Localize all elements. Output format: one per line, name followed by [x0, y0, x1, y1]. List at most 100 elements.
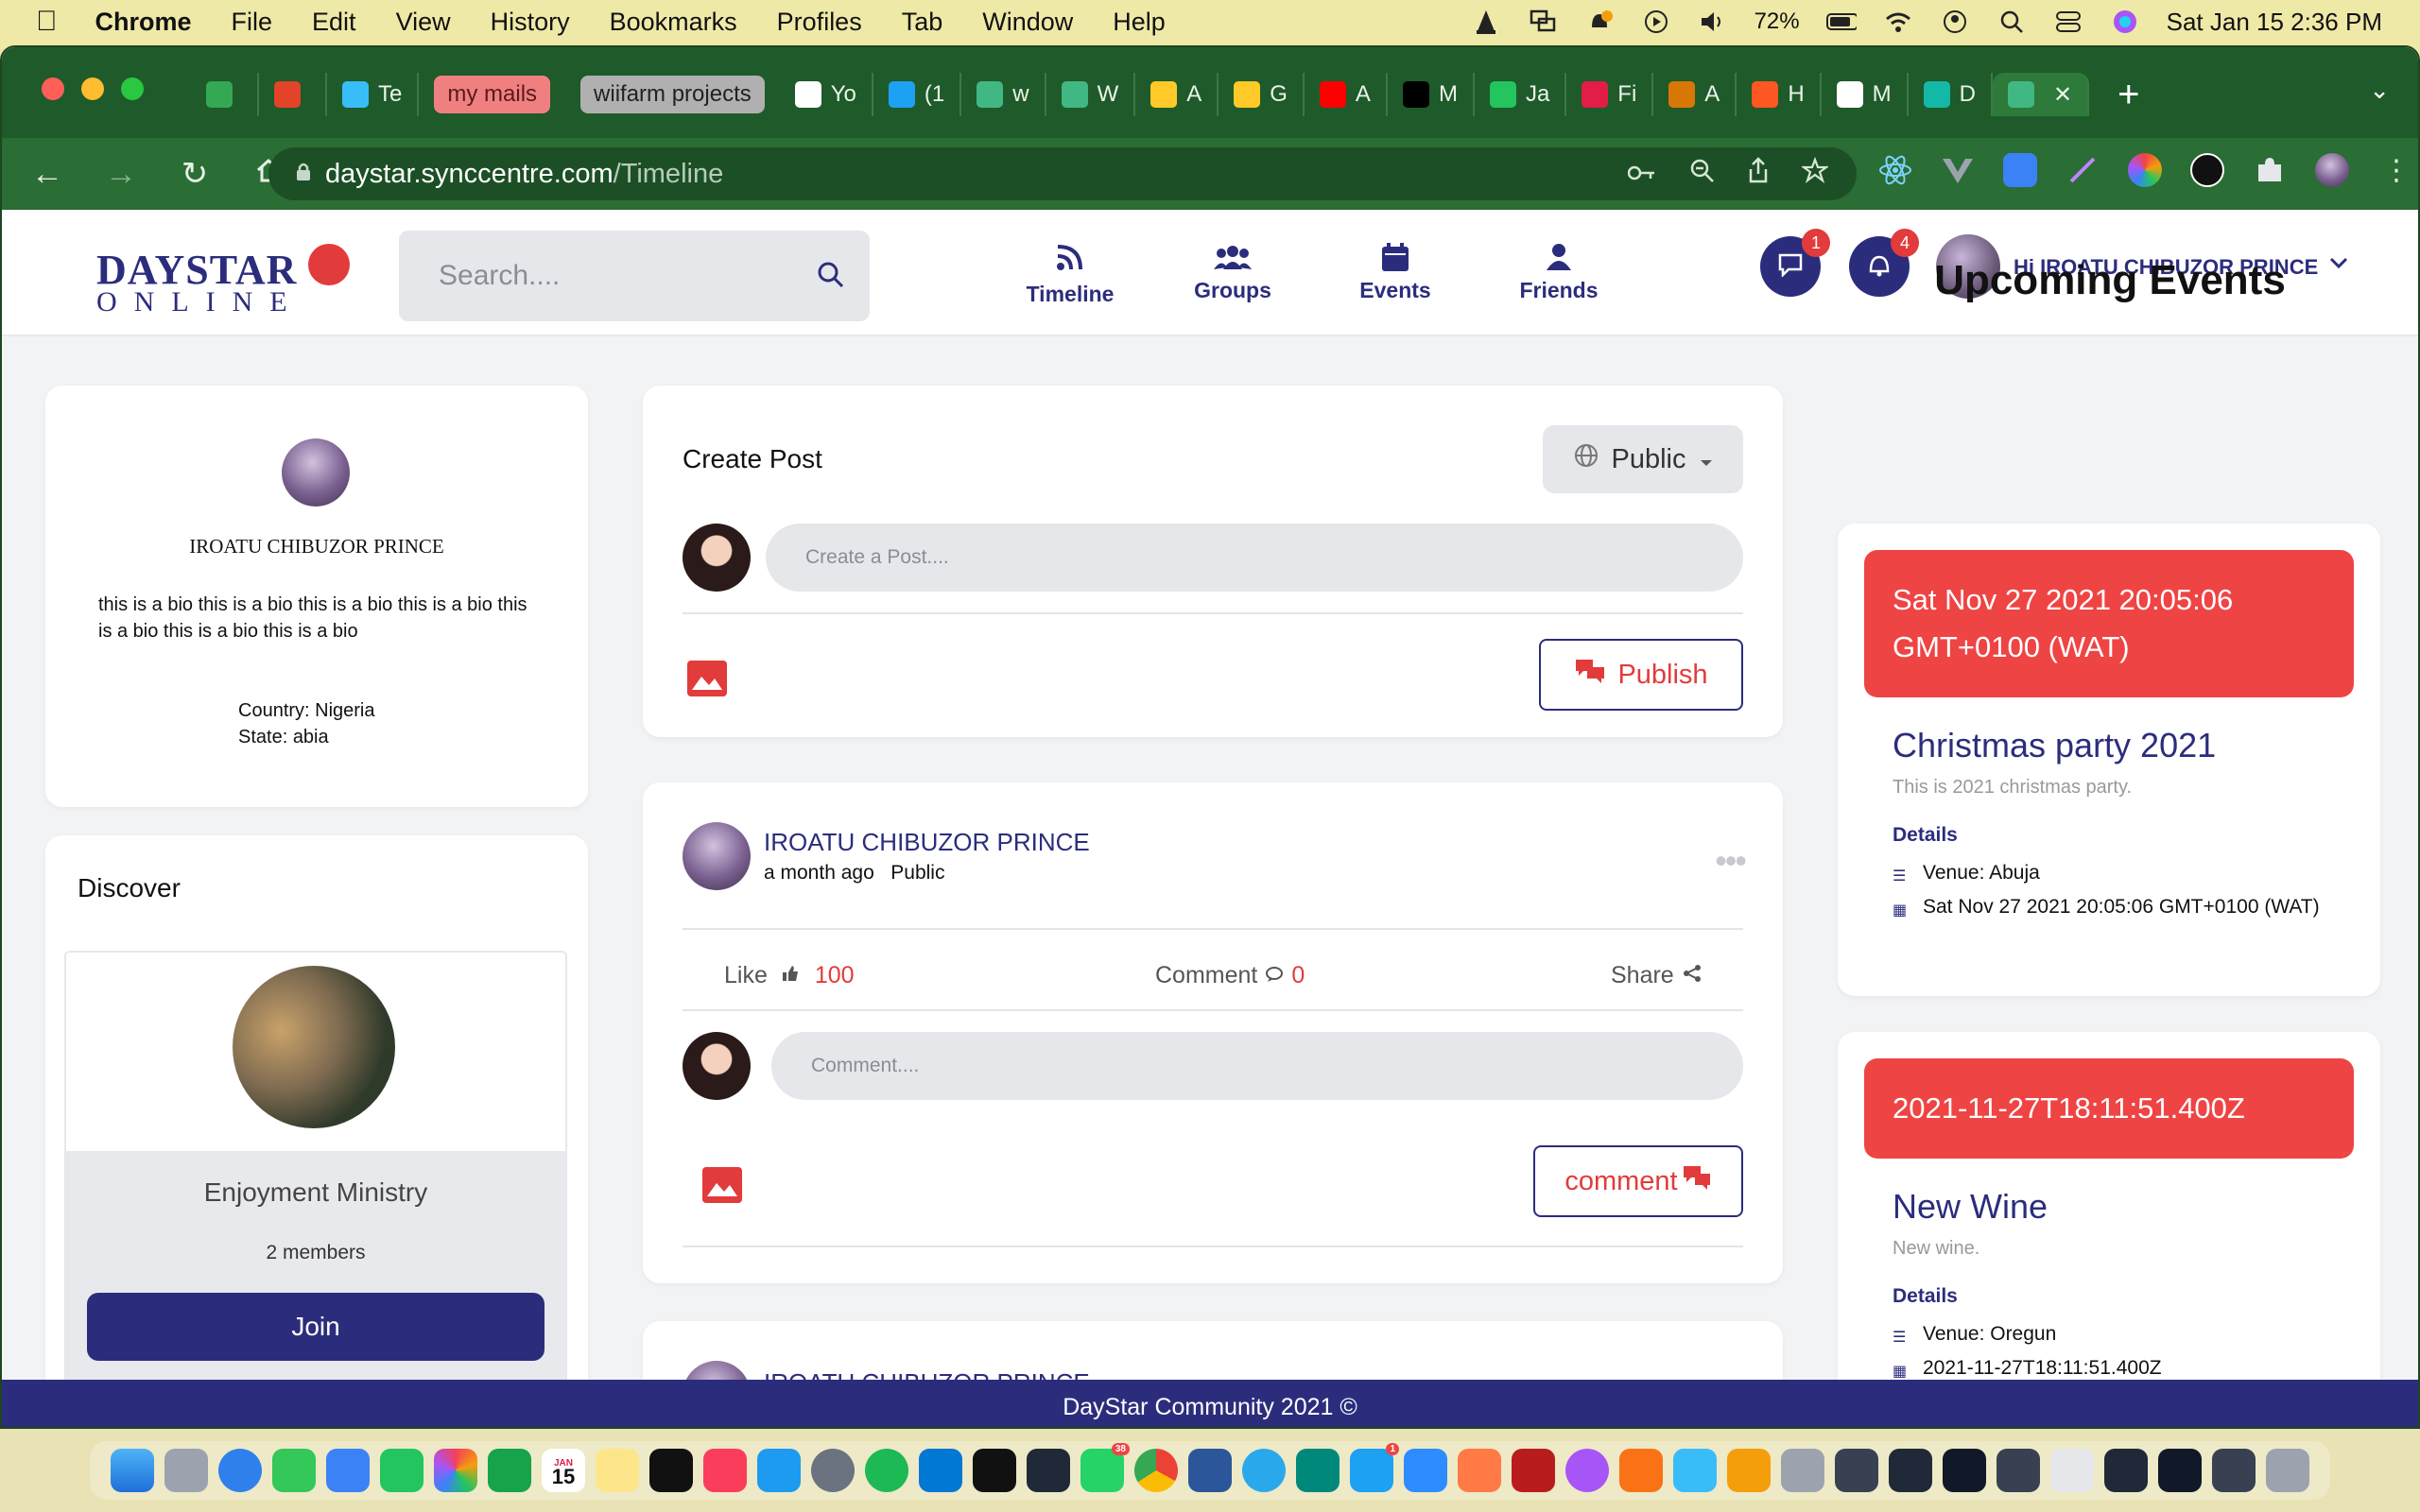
vue-devtools-icon[interactable]	[1941, 153, 1975, 187]
chrome-icon[interactable]	[1134, 1449, 1178, 1492]
extensions-puzzle-icon[interactable]	[2253, 153, 2287, 187]
control-center-icon[interactable]	[2053, 9, 2083, 35]
launchpad-icon[interactable]	[164, 1449, 208, 1492]
menu-window[interactable]: Window	[982, 8, 1073, 37]
nav-timeline[interactable]: Timeline	[1013, 236, 1127, 307]
browser-tab[interactable]: H	[1737, 73, 1822, 116]
share-button[interactable]: Share	[1611, 962, 1703, 989]
vlc-icon[interactable]	[1727, 1449, 1771, 1492]
lock-icon[interactable]	[295, 159, 312, 190]
menu-edit[interactable]: Edit	[312, 8, 356, 37]
browser-tab[interactable]: Yo	[780, 73, 873, 116]
browser-tab[interactable]: D	[1909, 73, 1993, 116]
browser-tab[interactable]: (1	[873, 73, 962, 116]
menu-view[interactable]: View	[396, 8, 451, 37]
facetime-icon[interactable]	[488, 1449, 531, 1492]
menu-history[interactable]: History	[491, 8, 570, 37]
trash-icon[interactable]	[2266, 1449, 2309, 1492]
window-thumbnail[interactable]	[1943, 1449, 1986, 1492]
vlc-icon[interactable]	[1471, 9, 1501, 35]
spotify-icon[interactable]	[865, 1449, 908, 1492]
add-image-icon[interactable]	[686, 660, 728, 697]
zoom-window-button[interactable]	[121, 77, 144, 100]
maps-icon[interactable]	[380, 1449, 424, 1492]
address-bar[interactable]: daystar.synccentre.com/Timeline	[268, 147, 1857, 200]
spotlight-search-icon[interactable]	[1996, 9, 2027, 35]
group-card[interactable]: Enjoyment Ministry 2 members Join	[64, 951, 567, 1404]
color-wheel-icon[interactable]	[2128, 153, 2162, 187]
twitter-icon[interactable]: 1	[1350, 1443, 1399, 1492]
key-icon[interactable]	[1627, 159, 1656, 190]
add-image-icon[interactable]	[701, 1166, 743, 1204]
browser-tab[interactable]: Ja	[1475, 73, 1567, 116]
zoom-icon[interactable]	[1688, 157, 1715, 191]
react-devtools-icon[interactable]	[1878, 153, 1912, 187]
menu-tab[interactable]: Tab	[902, 8, 943, 37]
menu-profiles[interactable]: Profiles	[777, 8, 862, 37]
back-arrow-icon[interactable]: ←	[28, 156, 66, 193]
word-icon[interactable]	[1188, 1449, 1232, 1492]
activity-monitor-icon[interactable]	[1027, 1449, 1070, 1492]
join-group-button[interactable]: Join	[87, 1293, 544, 1361]
database-icon[interactable]	[1512, 1449, 1555, 1492]
more-options-icon[interactable]: •••	[1715, 841, 1747, 881]
browser-tab[interactable]: G	[1219, 73, 1305, 116]
browser-tab[interactable]	[191, 73, 259, 116]
calendar-app-icon[interactable]: JAN 15	[542, 1449, 585, 1492]
close-tab-icon[interactable]: ✕	[2053, 81, 2072, 109]
window-thumbnail[interactable]	[2212, 1449, 2256, 1492]
siri-icon[interactable]	[2110, 9, 2140, 35]
new-tab-icon[interactable]: +	[2118, 74, 2139, 116]
apple-icon[interactable]: 	[36, 6, 58, 38]
visibility-select[interactable]: Public	[1543, 425, 1743, 493]
postman-icon[interactable]	[1458, 1449, 1501, 1492]
volume-icon[interactable]	[1698, 9, 1728, 35]
comment-action-button[interactable]: Comment 0	[1155, 962, 1305, 989]
google-meet-icon[interactable]	[1296, 1449, 1340, 1492]
vscode-icon[interactable]	[919, 1449, 962, 1492]
reload-icon[interactable]: ↻	[176, 155, 214, 193]
window-thumbnail[interactable]	[2104, 1449, 2148, 1492]
music-icon[interactable]	[703, 1449, 747, 1492]
window-thumbnail[interactable]	[1996, 1449, 2040, 1492]
browser-tab[interactable]	[259, 73, 327, 116]
tab-search-chevron-icon[interactable]: ⌄	[2369, 76, 2390, 105]
browser-tab[interactable]: M	[1388, 73, 1475, 116]
event-card[interactable]: Sat Nov 27 2021 20:05:06 GMT+0100 (WAT) …	[1838, 524, 2380, 996]
event-title[interactable]: Christmas party 2021	[1893, 726, 2216, 765]
zoom-app-icon[interactable]	[1404, 1449, 1447, 1492]
browser-tab[interactable]: my mails	[419, 73, 565, 116]
search-icon[interactable]	[817, 261, 845, 297]
system-preferences-icon[interactable]	[811, 1449, 855, 1492]
screenshot-extension-icon[interactable]	[2003, 153, 2037, 187]
color-picker-icon[interactable]	[2066, 153, 2100, 187]
minimize-window-button[interactable]	[81, 77, 104, 100]
screen-share-icon[interactable]	[1673, 1449, 1717, 1492]
window-thumbnail[interactable]	[1835, 1449, 1878, 1492]
window-thumbnail[interactable]	[2050, 1449, 2094, 1492]
nav-friends[interactable]: Friends	[1502, 236, 1616, 303]
browser-tab[interactable]: Te	[327, 73, 420, 116]
post-author-name[interactable]: IROATU CHIBUZOR PRINCE	[764, 828, 1090, 857]
telegram-icon[interactable]	[1242, 1449, 1286, 1492]
chrome-menu-icon[interactable]: ⋮	[2377, 154, 2415, 187]
finder-icon[interactable]	[111, 1449, 154, 1492]
window-thumbnail[interactable]	[1889, 1449, 1932, 1492]
comment-submit-button[interactable]: comment	[1533, 1145, 1743, 1217]
photos-icon[interactable]	[434, 1449, 477, 1492]
browser-tab[interactable]: W	[1046, 73, 1136, 116]
play-icon[interactable]	[1641, 9, 1671, 35]
forward-arrow-icon[interactable]: →	[102, 156, 140, 193]
browser-tab[interactable]: wiifarm projects	[565, 73, 780, 116]
daystar-logo[interactable]: DAYSTAR ONLINE	[96, 244, 350, 318]
notes-icon[interactable]	[596, 1449, 639, 1492]
battery-icon[interactable]	[1825, 9, 1857, 35]
browser-tab[interactable]: M	[1822, 73, 1909, 116]
apple-tv-icon[interactable]	[649, 1449, 693, 1492]
browser-tab[interactable]: A	[1305, 73, 1388, 116]
like-button[interactable]: Like 100	[724, 962, 855, 989]
chrome-profile-avatar[interactable]	[2315, 153, 2349, 187]
create-post-input[interactable]: Create a Post....	[766, 524, 1743, 592]
comment-input[interactable]: Comment....	[771, 1032, 1743, 1100]
notification-bell-icon[interactable]	[1584, 9, 1615, 35]
